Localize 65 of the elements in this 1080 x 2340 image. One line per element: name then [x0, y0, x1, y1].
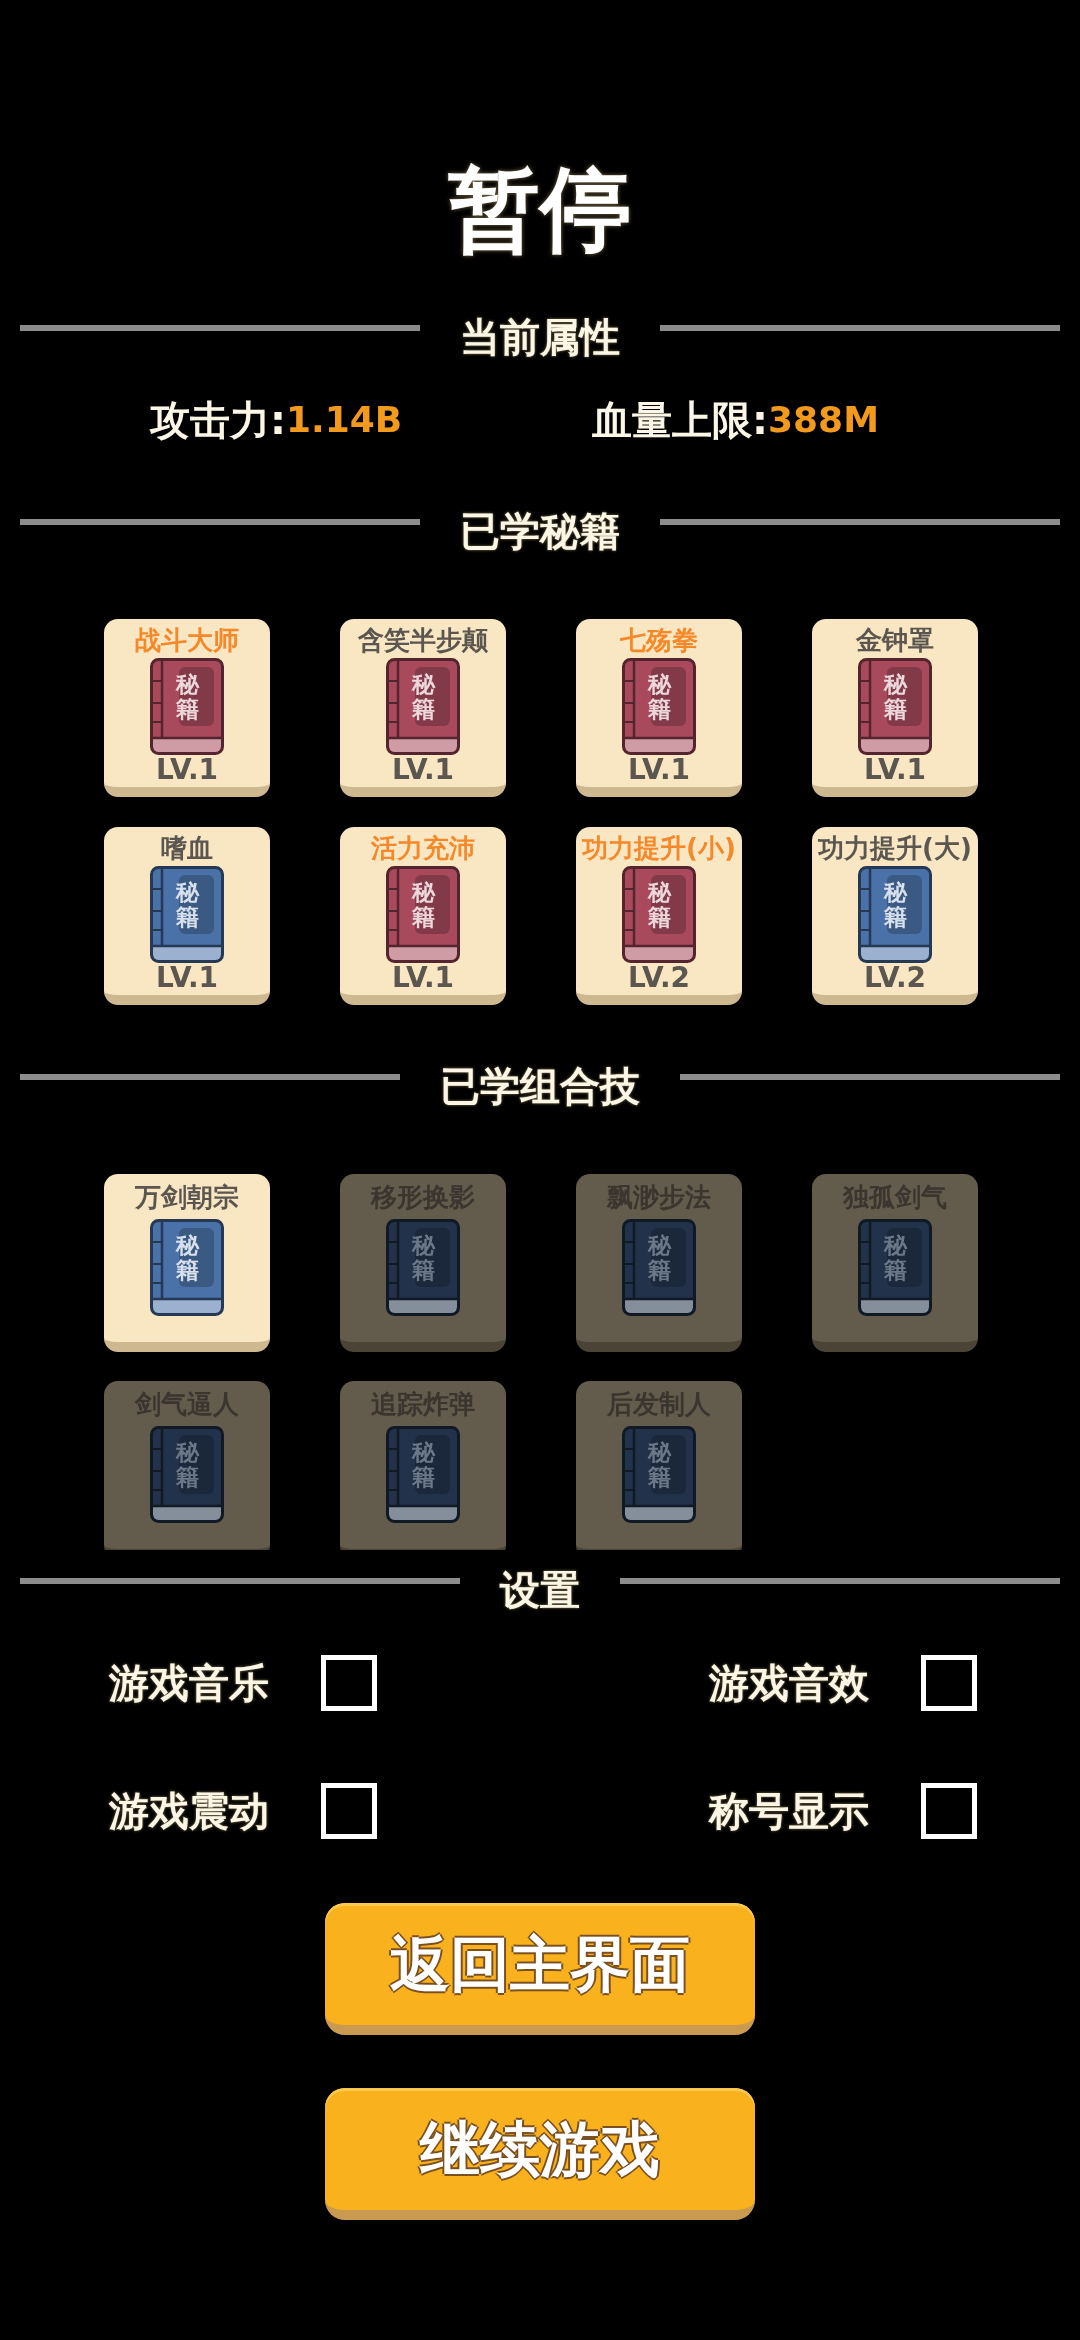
book-cover-label: 秘籍: [412, 880, 435, 931]
skill-level: LV.1: [391, 963, 455, 993]
stat-value: 388M: [768, 398, 879, 442]
skill-card[interactable]: 功力提升(小) 秘籍 LV.2: [576, 827, 742, 1005]
book-cover-label: 秘籍: [884, 1233, 907, 1284]
checkbox[interactable]: [921, 1655, 977, 1711]
skill-level: LV.2: [863, 963, 927, 993]
stat-label: 攻击力:: [150, 396, 286, 445]
section-heading: 已学组合技: [440, 1062, 640, 1111]
skill-card[interactable]: 活力充沛 秘籍 LV.1: [340, 827, 506, 1005]
page-title: 暂停: [448, 158, 632, 262]
book-cover-label: 秘籍: [884, 672, 907, 723]
book-icon: [622, 1426, 696, 1523]
book-cover-label: 秘籍: [412, 1233, 435, 1284]
skill-name: 战斗大师: [135, 625, 239, 655]
skill-name: 七殇拳: [620, 625, 698, 655]
section-heading: 设置: [500, 1566, 580, 1615]
book-icon: [386, 1219, 460, 1316]
book-cover-label: 秘籍: [884, 880, 907, 931]
stat-label: 血量上限:: [592, 396, 768, 445]
book-cover-label: 秘籍: [176, 1440, 199, 1491]
combo-name: 万剑朝宗: [135, 1182, 239, 1212]
skill-name: 含笑半步颠: [358, 625, 488, 655]
skill-card[interactable]: 含笑半步颠 秘籍 LV.1: [340, 619, 506, 797]
book-cover-label: 秘籍: [648, 672, 671, 723]
book-cover-label: 秘籍: [648, 1440, 671, 1491]
skill-name: 活力充沛: [371, 833, 475, 863]
book-cover-label: 秘籍: [176, 672, 199, 723]
skill-name: 嗜血: [161, 833, 213, 863]
section-heading: 当前属性: [460, 313, 620, 362]
skill-level: LV.1: [863, 755, 927, 785]
skill-card[interactable]: 功力提升(大) 秘籍 LV.2: [812, 827, 978, 1005]
setting-label: 游戏音效: [709, 1659, 869, 1708]
skill-level: LV.1: [155, 963, 219, 993]
setting-label: 游戏震动: [109, 1787, 269, 1836]
skill-name: 功力提升(大): [818, 833, 972, 863]
checkbox[interactable]: [921, 1783, 977, 1839]
skill-name: 金钟罩: [856, 625, 934, 655]
checkbox[interactable]: [321, 1655, 377, 1711]
book-icon: [386, 1426, 460, 1523]
checkbox[interactable]: [321, 1783, 377, 1839]
book-cover-label: 秘籍: [176, 880, 199, 931]
book-cover-label: 秘籍: [176, 1233, 199, 1284]
skill-card[interactable]: 战斗大师 秘籍 LV.1: [104, 619, 270, 797]
section-heading: 已学秘籍: [460, 507, 620, 556]
skill-name: 功力提升(小): [582, 833, 736, 863]
skill-level: LV.1: [391, 755, 455, 785]
setting-label: 游戏音乐: [109, 1659, 269, 1708]
book-icon: [622, 1219, 696, 1316]
book-icon: [150, 1426, 224, 1523]
stat-value: 1.14B: [286, 398, 403, 442]
skill-card[interactable]: 嗜血 秘籍 LV.1: [104, 827, 270, 1005]
skill-card[interactable]: 金钟罩 秘籍 LV.1: [812, 619, 978, 797]
book-cover-label: 秘籍: [648, 1233, 671, 1284]
skill-card[interactable]: 七殇拳 秘籍 LV.1: [576, 619, 742, 797]
skill-level: LV.1: [627, 755, 691, 785]
setting-label: 称号显示: [709, 1787, 869, 1836]
skill-level: LV.2: [627, 963, 691, 993]
book-icon: [858, 1219, 932, 1316]
skill-level: LV.1: [155, 755, 219, 785]
book-cover-label: 秘籍: [412, 672, 435, 723]
book-cover-label: 秘籍: [412, 1440, 435, 1491]
combo-card[interactable]: 万剑朝宗 秘籍: [104, 1174, 270, 1352]
book-cover-label: 秘籍: [648, 880, 671, 931]
book-icon: [150, 1219, 224, 1316]
